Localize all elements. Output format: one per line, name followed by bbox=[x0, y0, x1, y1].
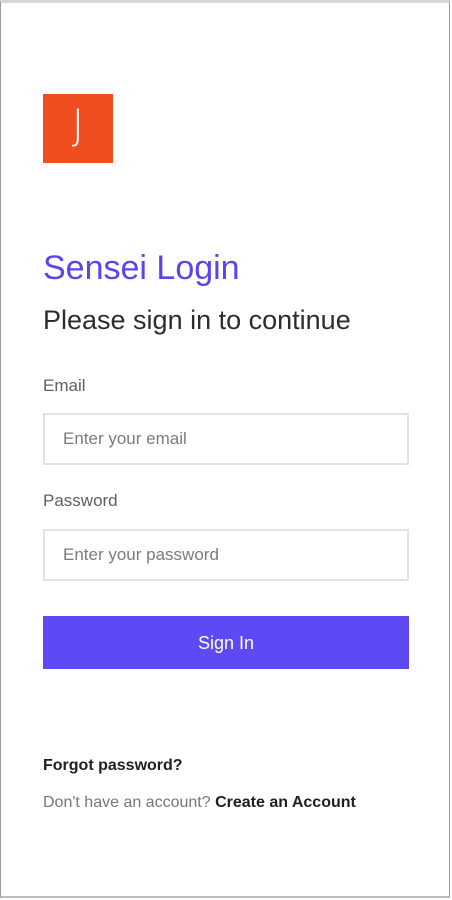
password-field[interactable] bbox=[43, 529, 409, 581]
create-account-link[interactable]: Create an Account bbox=[215, 794, 356, 811]
no-account-prompt: Don't have an account? bbox=[43, 794, 211, 811]
brand-logo: J bbox=[43, 94, 113, 163]
signup-row: Don't have an account? Create an Account bbox=[43, 793, 356, 813]
login-page: J Sensei Login Please sign in to continu… bbox=[0, 0, 450, 898]
page-title: Sensei Login bbox=[43, 249, 240, 287]
email-field[interactable] bbox=[43, 413, 409, 465]
sign-in-button[interactable]: Sign In bbox=[43, 616, 409, 669]
email-label: Email bbox=[43, 376, 86, 395]
logo-letter: J bbox=[71, 100, 85, 149]
password-label: Password bbox=[43, 491, 118, 510]
forgot-password-link[interactable]: Forgot password? bbox=[43, 756, 183, 776]
page-subtitle: Please sign in to continue bbox=[43, 305, 351, 335]
